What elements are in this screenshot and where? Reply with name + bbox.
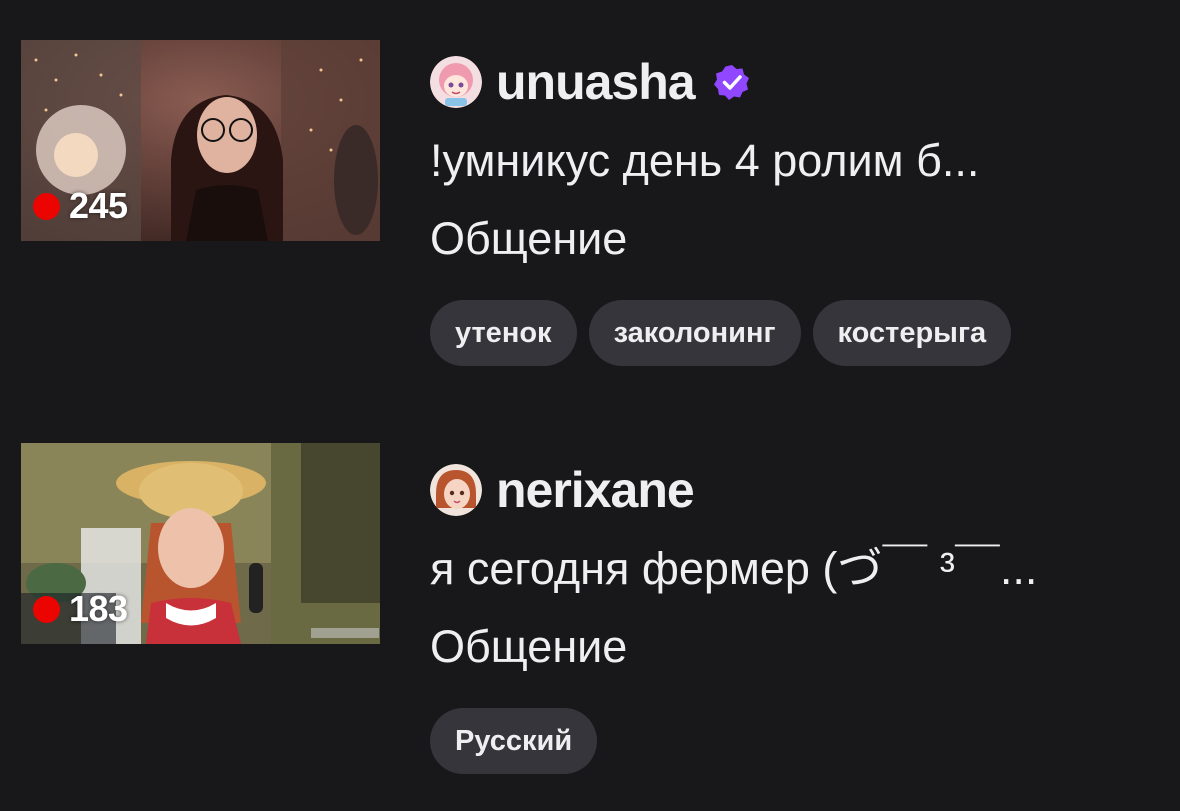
- avatar-anime-pink-icon: [430, 56, 482, 108]
- stream-info: nerixane я сегодня фермер (づ￣ ³￣... Обще…: [430, 460, 1160, 774]
- channel-row: unuasha: [430, 52, 1160, 112]
- viewer-count-badge: 245: [33, 185, 128, 227]
- viewer-count-badge: 183: [33, 588, 128, 630]
- channel-name[interactable]: unuasha: [496, 52, 696, 112]
- channel-avatar[interactable]: [430, 56, 482, 108]
- live-indicator-icon: [33, 595, 60, 623]
- tag-list: Русский: [430, 708, 1160, 774]
- tag[interactable]: утенок: [430, 300, 577, 366]
- stream-thumbnail[interactable]: 183: [21, 443, 380, 644]
- stream-info: unuasha !умникус день 4 ролим б... Общен…: [430, 52, 1160, 366]
- channel-name[interactable]: nerixane: [496, 460, 695, 520]
- live-indicator-icon: [33, 192, 60, 220]
- stream-thumbnail[interactable]: 245: [21, 40, 380, 241]
- tag[interactable]: костерыга: [812, 300, 1012, 366]
- tag[interactable]: Русский: [430, 708, 598, 774]
- viewer-count: 183: [69, 588, 128, 629]
- stream-title[interactable]: !умникус день 4 ролим б...: [430, 134, 1160, 188]
- viewer-count: 245: [69, 185, 128, 226]
- stream-card: 183 nerixane я сегодня фермер (づ￣ ³￣... …: [0, 405, 1180, 811]
- stream-card: 245 unuasha !умникус день 4 ролим б... О…: [0, 0, 1180, 405]
- stream-title[interactable]: я сегодня фермер (づ￣ ³￣...: [430, 542, 1160, 596]
- stream-category[interactable]: Общение: [430, 212, 1160, 266]
- tag[interactable]: заколонинг: [588, 300, 801, 366]
- verified-badge-icon: [713, 63, 751, 101]
- channel-avatar[interactable]: [430, 464, 482, 516]
- tag-list: утенок заколонинг костерыга: [430, 300, 1160, 366]
- channel-row: nerixane: [430, 460, 1160, 520]
- stream-category[interactable]: Общение: [430, 620, 1160, 674]
- avatar-anime-redhead-icon: [430, 464, 482, 516]
